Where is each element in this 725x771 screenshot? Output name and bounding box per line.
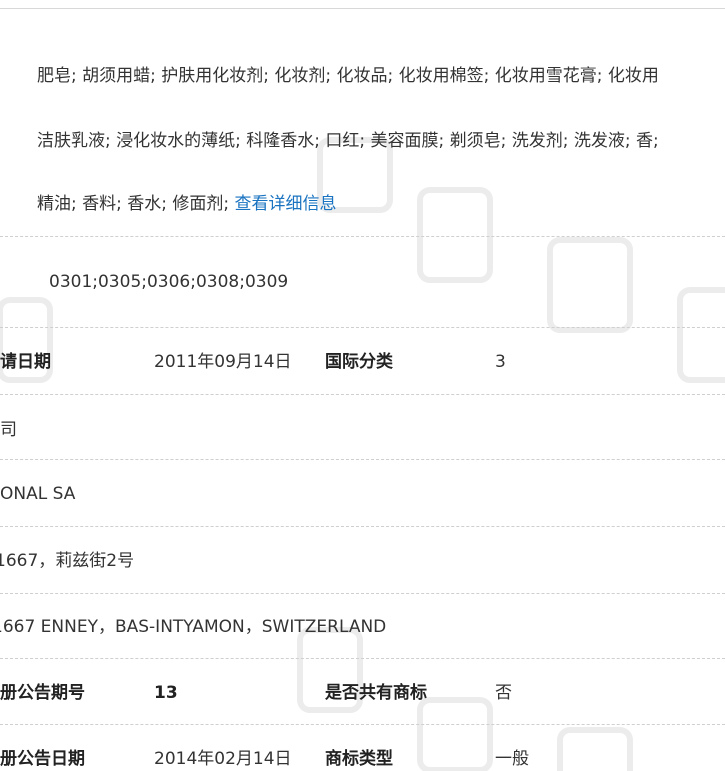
registration-date-label: 注册公告日期 xyxy=(0,749,85,769)
goods-services-text: 精油; 香料; 香水; 修面剂; xyxy=(37,194,230,214)
registration-date-value: 2014年02月14日 xyxy=(154,749,292,769)
trademark-detail-page: 肥皂; 胡须用蜡; 护肤用化妆剂; 化妆剂; 化妆品; 化妆用棉签; 化妆用雪花… xyxy=(0,0,725,771)
applicant-name-en: IONAL SA xyxy=(0,484,76,504)
top-border xyxy=(0,8,725,9)
international-class-value: 3 xyxy=(495,352,506,372)
shared-trademark-label: 是否共有商标 xyxy=(325,683,427,703)
trademark-type-value: 一般 xyxy=(495,749,529,769)
row-divider xyxy=(0,394,725,395)
trademark-type-label: 商标类型 xyxy=(325,749,393,769)
international-class-label: 国际分类 xyxy=(325,352,393,372)
application-date-label: 申请日期 xyxy=(0,352,51,372)
row-divider xyxy=(0,724,725,725)
goods-services-line-1: 肥皂; 胡须用蜡; 护肤用化妆剂; 化妆剂; 化妆品; 化妆用棉签; 化妆用雪花… xyxy=(37,66,659,86)
applicant-address-cn: 1667，莉兹街2号 xyxy=(0,551,135,571)
row-divider xyxy=(0,658,725,659)
row-divider xyxy=(0,459,725,460)
row-divider xyxy=(0,593,725,594)
applicant-name-cn: 司 xyxy=(0,420,17,440)
row-divider xyxy=(0,526,725,527)
application-date-value: 2011年09月14日 xyxy=(154,352,292,372)
view-details-link[interactable]: 查看详细信息 xyxy=(235,194,337,214)
row-divider xyxy=(0,236,725,237)
shared-trademark-value: 否 xyxy=(495,683,512,703)
goods-services-line-2: 洁肤乳液; 浸化妆水的薄纸; 科隆香水; 口红; 美容面膜; 剃须皂; 洗发剂;… xyxy=(37,131,659,151)
watermark-graphic xyxy=(0,137,725,771)
registration-issue-label: 注册公告期号 xyxy=(0,683,85,703)
applicant-address-en: 1667 ENNEY，BAS-INTYAMON，SWITZERLAND xyxy=(0,617,387,637)
row-divider xyxy=(0,327,725,328)
registration-issue-value: 13 xyxy=(154,683,178,703)
goods-services-line-3: 精油; 香料; 香水; 修面剂; 查看详细信息 xyxy=(37,192,337,216)
similar-groups-value: 0301;0305;0306;0308;0309 xyxy=(49,272,289,292)
